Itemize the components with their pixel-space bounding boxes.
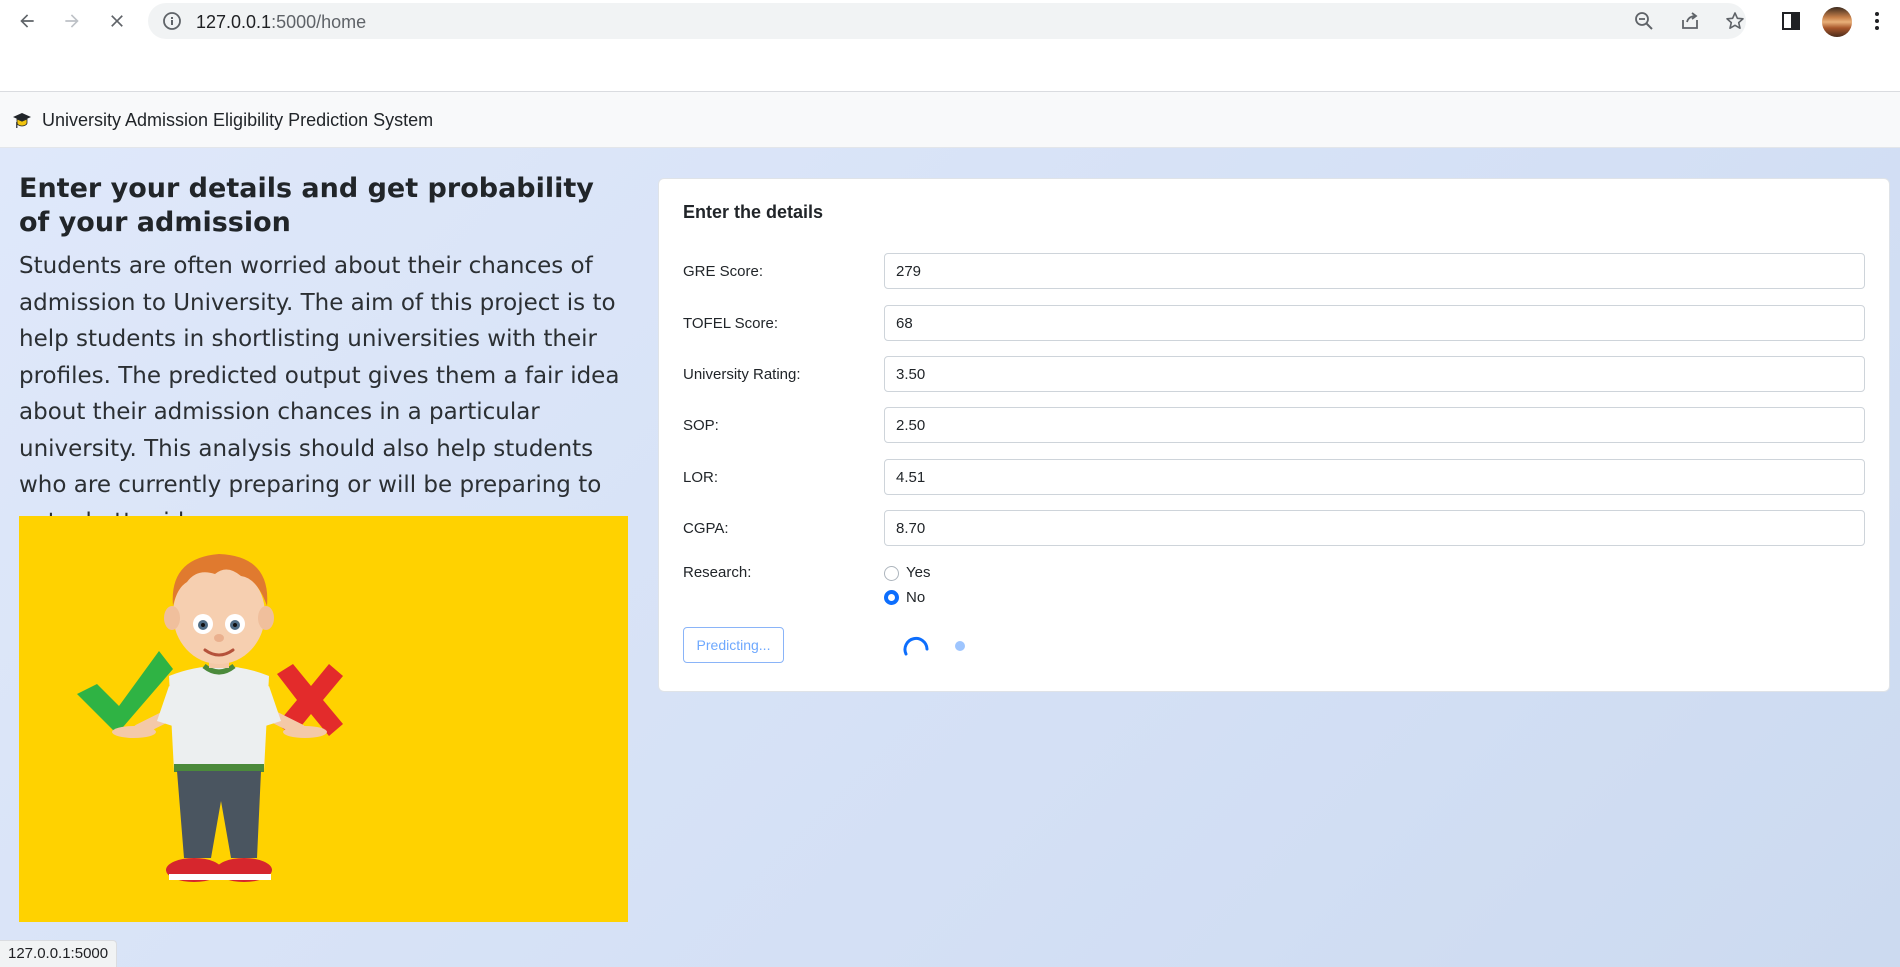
gre-score-input[interactable] <box>884 253 1865 289</box>
lor-input[interactable] <box>884 459 1865 495</box>
research-no-radio[interactable] <box>884 590 899 605</box>
status-bar-url: 127.0.0.1:5000 <box>0 940 118 967</box>
site-info-icon[interactable] <box>162 11 182 31</box>
predict-button[interactable]: Predicting... <box>683 627 784 663</box>
research-yes-radio[interactable] <box>884 566 899 581</box>
university-rating-label: University Rating: <box>683 366 801 383</box>
share-icon[interactable] <box>1680 11 1700 31</box>
lor-label: LOR: <box>683 469 719 486</box>
student-illustration <box>19 516 628 922</box>
graduation-cap-icon <box>12 110 32 130</box>
url-text: 127.0.0.1:5000/home <box>196 12 366 33</box>
side-panel-icon[interactable] <box>1780 10 1802 32</box>
profile-avatar[interactable] <box>1822 7 1852 37</box>
university-rating-input[interactable] <box>884 356 1865 392</box>
url-host: 127.0.0.1 <box>196 12 272 32</box>
zoom-icon[interactable] <box>1634 11 1654 31</box>
sop-label: SOP: <box>683 417 719 434</box>
cgpa-input[interactable] <box>884 510 1865 546</box>
form-title: Enter the details <box>683 202 824 222</box>
intro-heading: Enter your details and get probability o… <box>19 173 594 238</box>
research-no-label[interactable]: No <box>906 589 925 606</box>
cgpa-label: CGPA: <box>683 520 729 537</box>
page-content: Enter your details and get probability o… <box>0 148 1900 967</box>
navbar-brand[interactable]: University Admission Eligibility Predict… <box>42 110 433 131</box>
loading-spinner-icon <box>902 632 930 660</box>
intro-section: Enter your details and get probability o… <box>19 172 629 540</box>
gre-score-label: GRE Score: <box>683 263 764 280</box>
sop-input[interactable] <box>884 407 1865 443</box>
intro-paragraph: Students are often worried about their c… <box>19 253 620 535</box>
research-yes-label[interactable]: Yes <box>906 564 930 581</box>
back-icon[interactable] <box>13 7 41 35</box>
bookmark-star-icon[interactable] <box>1725 11 1745 31</box>
url-path: :5000/home <box>271 12 367 32</box>
forward-icon[interactable] <box>58 7 86 35</box>
details-form-card: Enter the details GRE Score: TOFEL Score… <box>658 178 1890 692</box>
stop-loading-icon[interactable] <box>103 7 131 35</box>
browser-toolbar: 127.0.0.1:5000/home <box>0 0 1900 42</box>
tofel-score-label: TOFEL Score: <box>683 315 779 332</box>
tofel-score-input[interactable] <box>884 305 1865 341</box>
browser-chrome: 127.0.0.1:5000/home <box>0 0 1900 92</box>
address-bar[interactable]: 127.0.0.1:5000/home <box>148 3 1746 39</box>
menu-kebab-icon[interactable] <box>1872 10 1882 32</box>
research-label: Research: <box>683 564 752 581</box>
app-navbar: University Admission Eligibility Predict… <box>0 92 1900 148</box>
loading-grow-dot-icon <box>955 641 965 651</box>
